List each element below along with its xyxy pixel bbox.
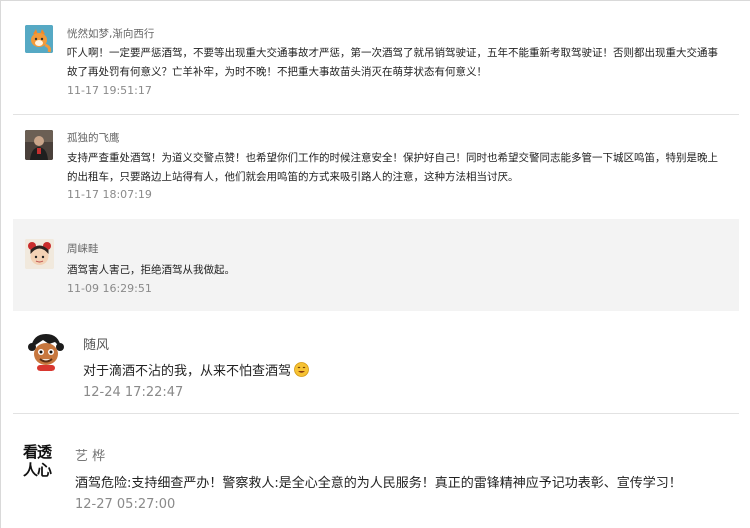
username[interactable]: 孤独的飞鹰 bbox=[67, 130, 120, 145]
comment-panel: 恍然如梦,渐向西行 吓人啊！一定要严惩酒驾，不要等出现重大交通事故才严惩，第一次… bbox=[0, 0, 750, 528]
timestamp: 11-17 18:07:19 bbox=[67, 188, 152, 201]
comment-text: 酒驾危险:支持细查严办！警察救人:是全心全意的为人民服务！真正的雷锋精神应予记功… bbox=[75, 476, 682, 491]
comment-item: 看透人心 艺 桦 酒驾危险:支持细查严办！警察救人:是全心全意的为人民服务！真正… bbox=[13, 425, 739, 525]
comment-text: 支持严查重处酒驾！为道义交警点赞！也希望你们工作的时候注意安全！保护好自己！同时… bbox=[67, 152, 718, 183]
comment-text: 对于滴酒不沾的我，从来不怕查酒驾 bbox=[83, 360, 309, 379]
username[interactable]: 艺 桦 bbox=[75, 445, 105, 464]
comment-item: 恍然如梦,渐向西行 吓人啊！一定要严惩酒驾，不要等出现重大交通事故才严惩，第一次… bbox=[13, 5, 739, 113]
timestamp: 11-09 16:29:51 bbox=[67, 282, 152, 295]
cartoon-boy-avatar-icon[interactable] bbox=[25, 330, 67, 372]
person-photo-avatar-icon[interactable] bbox=[25, 130, 53, 160]
cartoon-girl-avatar-icon[interactable] bbox=[25, 239, 54, 269]
timestamp: 12-24 17:22:47 bbox=[83, 385, 184, 400]
smile-emoji-icon bbox=[294, 362, 309, 377]
avatar-logo-text: 看透人心 bbox=[23, 443, 52, 479]
timestamp: 11-17 19:51:17 bbox=[67, 84, 152, 97]
comment-text: 酒驾害人害己，拒绝酒驾从我做起。 bbox=[67, 264, 235, 276]
timestamp: 12-27 05:27:00 bbox=[75, 497, 176, 512]
username[interactable]: 周崃畦 bbox=[67, 241, 99, 256]
comment-item: 孤独的飞鹰 支持严查重处酒驾！为道义交警点赞！也希望你们工作的时候注意安全！保护… bbox=[13, 114, 739, 218]
username[interactable]: 随风 bbox=[83, 334, 109, 353]
comment-item: 随风 对于滴酒不沾的我，从来不怕查酒驾 12-24 17:22:47 bbox=[13, 312, 739, 412]
comment-text: 吓人啊！一定要严惩酒驾，不要等出现重大交通事故才严惩，第一次酒驾了就吊销驾驶证，… bbox=[67, 47, 718, 78]
fox-avatar-icon[interactable] bbox=[25, 25, 53, 53]
comment-item: 周崃畦 酒驾害人害己，拒绝酒驾从我做起。 11-09 16:29:51 bbox=[13, 219, 739, 311]
calligraphy-logo-avatar-icon[interactable]: 看透人心 bbox=[23, 441, 63, 481]
comment-text-content: 对于滴酒不沾的我，从来不怕查酒驾 bbox=[83, 364, 292, 379]
username[interactable]: 恍然如梦,渐向西行 bbox=[67, 26, 154, 41]
divider bbox=[13, 413, 739, 414]
